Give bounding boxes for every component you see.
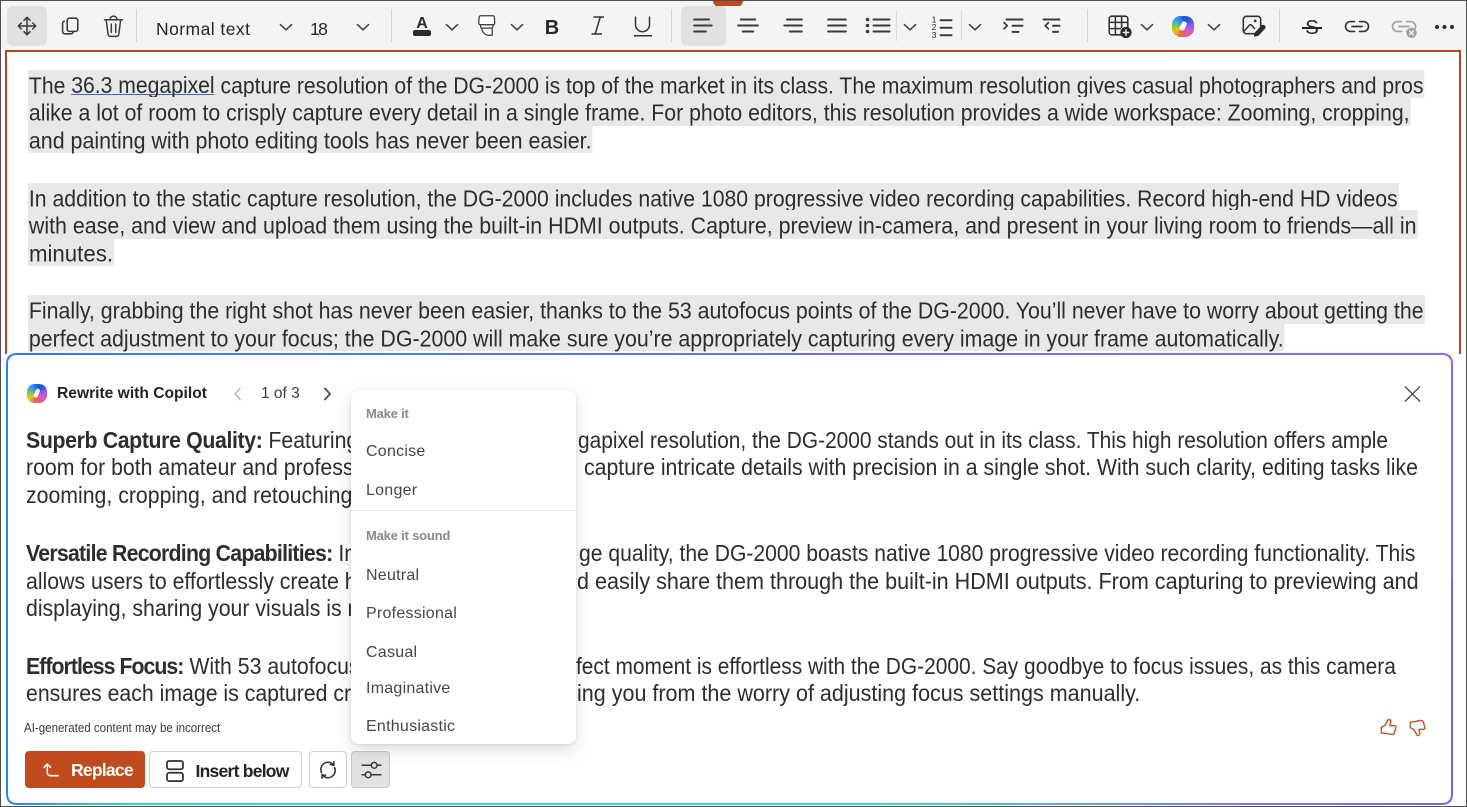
svg-text:3: 3 — [932, 30, 937, 39]
